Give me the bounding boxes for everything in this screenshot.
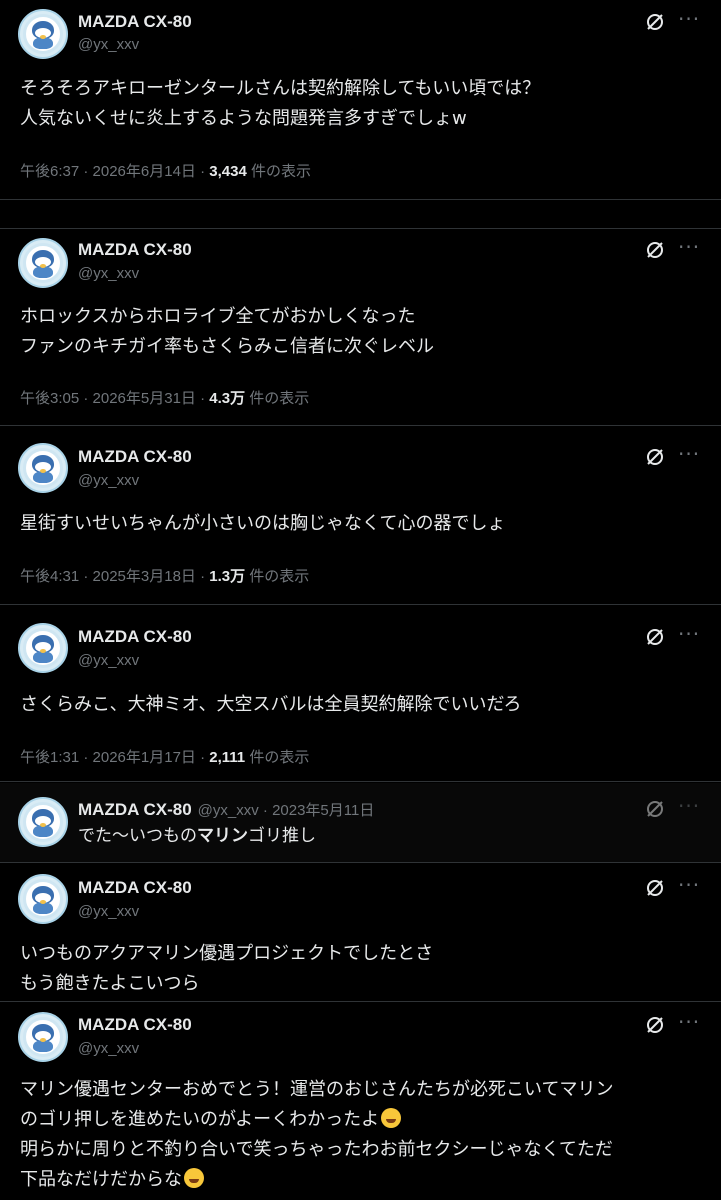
tweet-text: さくらみこ、大神ミオ、大空スバルは全員契約解除でいいだろ xyxy=(20,694,522,715)
author-name[interactable]: MAZDA CX-80 xyxy=(78,1015,192,1035)
tweet[interactable]: MAZDA CX-80 @yx_xxv ··· いつものアクアマリン優遇プロジェ… xyxy=(0,864,721,1002)
author-name[interactable]: MAZDA CX-80 xyxy=(78,878,192,898)
avatar[interactable] xyxy=(18,443,68,493)
grok-icon[interactable] xyxy=(645,627,665,647)
author-handle[interactable]: @yx_xxv xyxy=(78,265,139,282)
more-icon[interactable]: ··· xyxy=(678,237,699,260)
author-name[interactable]: MAZDA CX-80 xyxy=(78,447,192,467)
grok-icon[interactable] xyxy=(645,12,665,32)
tweet-meta: 午後4:31 · 2025年3月18日 · 1.3万 件の表示 xyxy=(20,568,310,585)
grok-icon[interactable] xyxy=(645,878,665,898)
tweet-text: マリン優遇センターおめでとう！運営のおじさんたちが必死こいてマリン のゴリ押しを… xyxy=(20,1079,614,1190)
grok-icon[interactable] xyxy=(645,240,665,260)
author-handle[interactable]: @yx_xxv xyxy=(78,36,139,53)
tweet-text: そろそろアキローゼンタールさんは契約解除してもいい頃では？ 人気ないくせに炎上する… xyxy=(20,78,541,129)
tweet[interactable]: MAZDA CX-80 @yx_xxv ··· ホロックスからホロライブ全てがお… xyxy=(0,228,721,426)
tweet-text: 星街すいせいちゃんが小さいのは胸じゃなくて心の器でしょ xyxy=(20,513,506,534)
tweet-text: いつものアクアマリン優遇プロジェクトでしたとさ もう飽きたよこいつら xyxy=(20,943,434,994)
more-icon[interactable]: ··· xyxy=(678,1012,699,1035)
avatar[interactable] xyxy=(18,874,68,924)
tweet[interactable]: MAZDA CX-80 @yx_xxv ··· さくらみこ、大神ミオ、大空スバル… xyxy=(0,606,721,782)
more-icon[interactable]: ··· xyxy=(678,9,699,32)
avatar[interactable] xyxy=(18,9,68,59)
more-icon[interactable]: ··· xyxy=(678,875,699,898)
avatar[interactable] xyxy=(18,238,68,288)
tweet[interactable]: MAZDA CX-80 @yx_xxv ··· 星街すいせいちゃんが小さいのは胸… xyxy=(0,427,721,605)
author-handle[interactable]: @yx_xxv xyxy=(78,903,139,920)
tweet[interactable]: MAZDA CX-80 @yx_xxv ··· マリン優遇センターおめでとう！運… xyxy=(0,1003,721,1200)
author-name[interactable]: MAZDA CX-80 xyxy=(78,627,192,647)
tweet-text: でた〜いつものマリンゴリ推し xyxy=(78,826,316,846)
tweet[interactable]: MAZDA CX-80 @yx_xxv · 2023年5月11日 ··· でた〜い… xyxy=(0,783,721,863)
tweet-meta: 午後3:05 · 2026年5月31日 · 4.3万 件の表示 xyxy=(20,390,310,407)
grok-icon[interactable] xyxy=(645,447,665,467)
tweet[interactable]: MAZDA CX-80 @yx_xxv ··· そろそろアキローゼンタールさんは… xyxy=(0,0,721,200)
avatar[interactable] xyxy=(18,623,68,673)
more-icon[interactable]: ··· xyxy=(678,796,699,819)
grinning-sweat-emoji xyxy=(381,1108,402,1128)
author-handle[interactable]: @yx_xxv xyxy=(198,802,259,819)
grok-icon[interactable] xyxy=(645,799,665,819)
grok-icon[interactable] xyxy=(645,1015,665,1035)
post-date: · 2023年5月11日 xyxy=(258,802,375,819)
avatar[interactable] xyxy=(18,1012,68,1062)
more-icon[interactable]: ··· xyxy=(678,624,699,647)
author-handle[interactable]: @yx_xxv xyxy=(78,652,139,669)
author-name[interactable]: MAZDA CX-80 xyxy=(78,240,192,260)
tears-of-joy-emoji xyxy=(184,1168,204,1188)
tweet-meta: 午後1:31 · 2026年1月17日 · 2,111 件の表示 xyxy=(20,749,310,766)
more-icon[interactable]: ··· xyxy=(678,444,699,467)
avatar[interactable] xyxy=(18,797,68,847)
tweet-meta: 午後6:37 · 2026年6月14日 · 3,434 件の表示 xyxy=(20,163,311,180)
author-name[interactable]: MAZDA CX-80 @yx_xxv · 2023年5月11日 xyxy=(78,799,374,820)
author-name[interactable]: MAZDA CX-80 xyxy=(78,12,192,32)
author-handle[interactable]: @yx_xxv xyxy=(78,472,139,489)
author-handle[interactable]: @yx_xxv xyxy=(78,1040,139,1057)
tweet-text: ホロックスからホロライブ全てがおかしくなった ファンのキチガイ率もさくらみこ信者に… xyxy=(20,306,434,357)
